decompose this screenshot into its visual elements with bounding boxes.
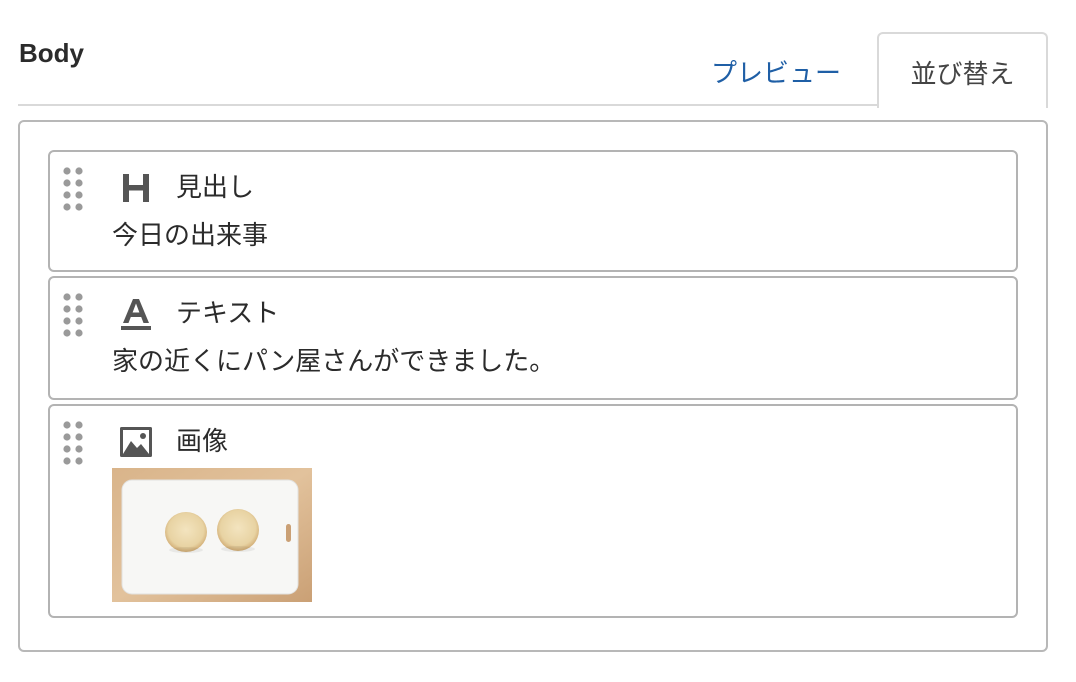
drag-handle-icon[interactable] bbox=[62, 420, 86, 466]
block-type-label: テキスト bbox=[176, 299, 280, 329]
image-icon bbox=[118, 424, 154, 460]
tabs-divider bbox=[18, 104, 878, 106]
drag-handle-icon[interactable] bbox=[62, 292, 86, 338]
block-type-label: 画像 bbox=[176, 427, 229, 457]
block-content: 今日の出来事 bbox=[112, 221, 269, 251]
drag-handle-icon[interactable] bbox=[62, 166, 86, 212]
field-title: Body bbox=[19, 38, 84, 68]
block-image[interactable]: 画像 bbox=[48, 404, 1018, 618]
image-thumbnail bbox=[112, 468, 312, 602]
tab-preview[interactable]: プレビュー bbox=[690, 40, 862, 102]
block-text[interactable]: テキスト 家の近くにパン屋さんができました。 bbox=[48, 276, 1018, 400]
text-icon bbox=[118, 296, 154, 332]
block-content: 家の近くにパン屋さんができました。 bbox=[112, 347, 556, 377]
block-type-label: 見出し bbox=[176, 173, 255, 203]
heading-icon bbox=[118, 170, 154, 206]
block-heading[interactable]: 見出し 今日の出来事 bbox=[48, 150, 1018, 272]
tab-sort[interactable]: 並び替え bbox=[877, 32, 1048, 108]
